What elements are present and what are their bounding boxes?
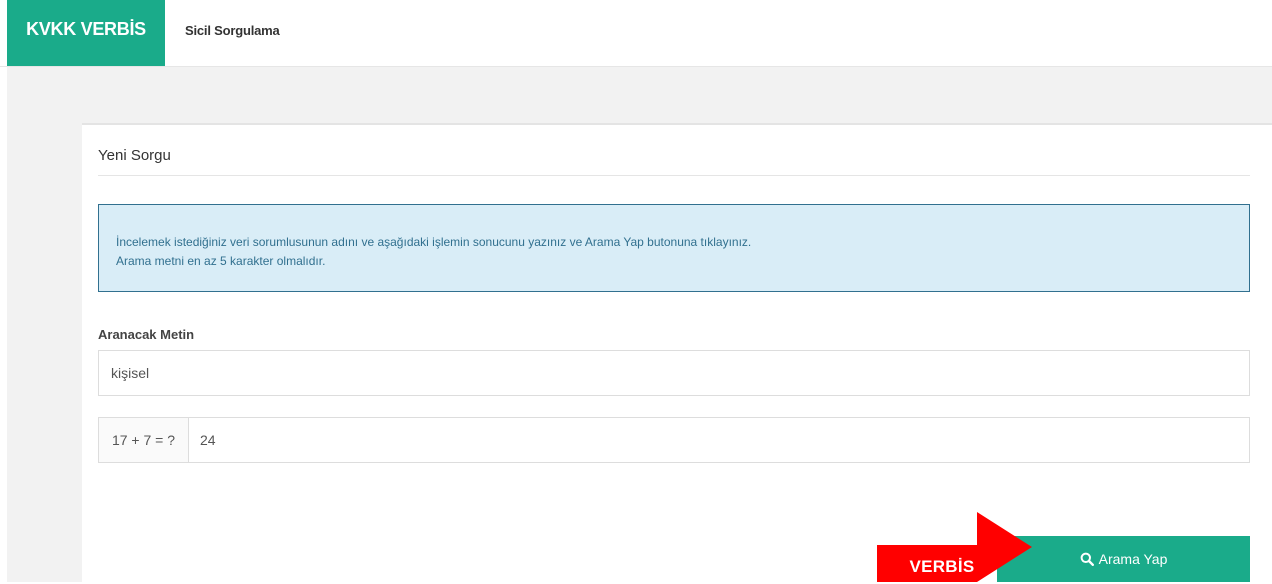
- search-input[interactable]: [98, 350, 1250, 396]
- panel-title: Yeni Sorgu: [98, 147, 171, 164]
- verbis-callout-label: VERBİS: [909, 556, 975, 576]
- panel-divider: [98, 175, 1250, 176]
- search-icon: [1080, 552, 1094, 566]
- info-alert: İncelemek istediğiniz veri sorumlusunun …: [98, 204, 1250, 292]
- info-text-line-2: Arama metni en az 5 karakter olmalıdır.: [116, 254, 326, 268]
- nav-link-sicil-sorgulama[interactable]: Sicil Sorgulama: [185, 23, 280, 38]
- search-button-label: Arama Yap: [1098, 551, 1168, 567]
- left-strip: [0, 67, 7, 582]
- captcha-group: 17 + 7 = ?: [98, 417, 1250, 463]
- search-button[interactable]: Arama Yap: [997, 536, 1250, 582]
- info-text-line-1: İncelemek istediğiniz veri sorumlusunun …: [116, 235, 752, 249]
- top-navbar: KVKK VERBİS Sicil Sorgulama: [0, 0, 1272, 67]
- brand-logo[interactable]: KVKK VERBİS: [7, 0, 165, 66]
- captcha-question: 17 + 7 = ?: [99, 418, 189, 462]
- captcha-answer-input[interactable]: [189, 418, 1249, 462]
- search-label: Aranacak Metin: [98, 327, 195, 342]
